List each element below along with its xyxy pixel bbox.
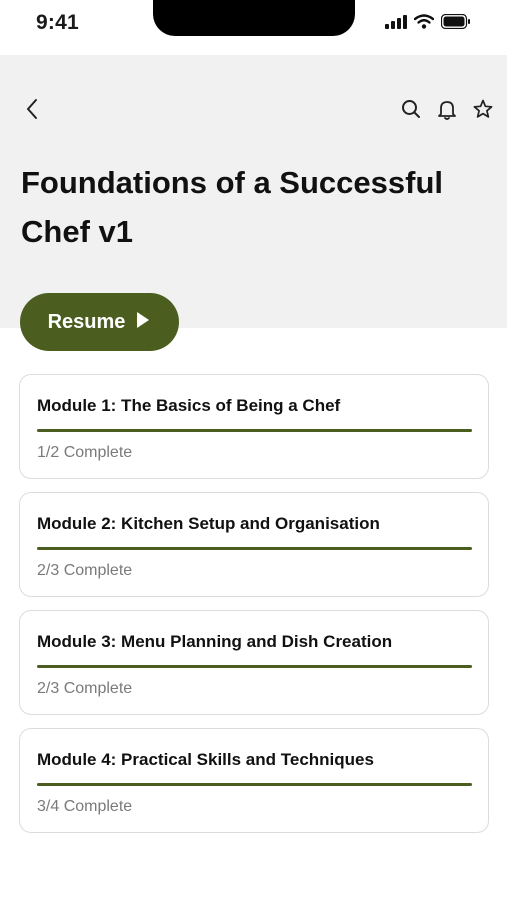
resume-button[interactable]: Resume: [20, 293, 179, 351]
notch: [153, 0, 355, 36]
module-progress-bar: [37, 783, 472, 786]
module-progress-fill: [37, 783, 472, 786]
status-icons: [385, 13, 471, 34]
resume-label: Resume: [47, 310, 126, 333]
module-progress-bar: [37, 547, 472, 550]
module-status: 2/3 Complete: [37, 680, 133, 697]
play-icon: [135, 310, 151, 335]
module-title: Module 4: Practical Skills and Technique…: [37, 750, 374, 769]
module-progress-bar: [37, 665, 472, 668]
module-list: Module 1: The Basics of Being a Chef 1/2…: [19, 374, 489, 846]
chevron-left-icon: [25, 98, 39, 125]
module-progress-fill: [37, 665, 472, 668]
page-title: Foundations of a Successful Chef v1: [21, 165, 443, 249]
module-title: Module 1: The Basics of Being a Chef: [37, 396, 341, 415]
top-actions: [393, 98, 501, 124]
search-icon: [400, 98, 422, 125]
module-status: 3/4 Complete: [37, 798, 133, 815]
module-progress-bar: [37, 429, 472, 432]
module-card[interactable]: Module 4: Practical Skills and Technique…: [19, 728, 489, 833]
module-card[interactable]: Module 3: Menu Planning and Dish Creatio…: [19, 610, 489, 715]
module-status: 2/3 Complete: [37, 562, 133, 579]
module-title: Module 3: Menu Planning and Dish Creatio…: [37, 632, 393, 651]
status-bar: 9:41: [0, 0, 507, 55]
module-status: 1/2 Complete: [37, 444, 133, 461]
cellular-signal-icon: [385, 14, 407, 34]
battery-icon: [440, 13, 471, 34]
module-title: Module 2: Kitchen Setup and Organisation: [37, 514, 380, 533]
search-button[interactable]: [393, 98, 429, 124]
status-time: 9:41: [36, 11, 79, 34]
module-card[interactable]: Module 1: The Basics of Being a Chef 1/2…: [19, 374, 489, 479]
module-progress-fill: [37, 547, 472, 550]
notifications-button[interactable]: [429, 98, 465, 124]
favorite-button[interactable]: [465, 98, 501, 124]
module-progress-fill: [37, 429, 472, 432]
star-icon: [472, 98, 494, 125]
bell-icon: [436, 98, 458, 125]
wifi-icon: [413, 14, 435, 34]
back-button[interactable]: [20, 98, 44, 124]
module-card[interactable]: Module 2: Kitchen Setup and Organisation…: [19, 492, 489, 597]
